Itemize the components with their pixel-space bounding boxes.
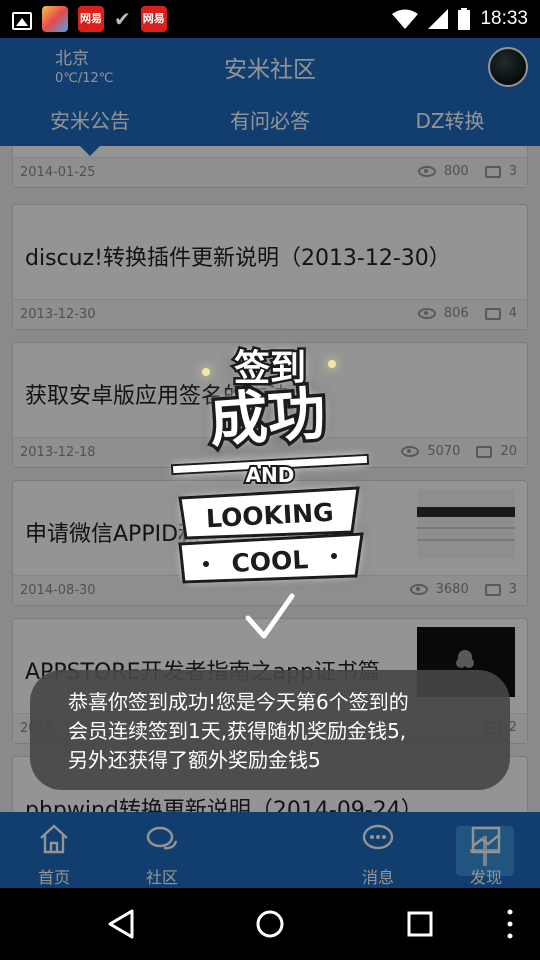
home-button-icon[interactable]	[252, 888, 288, 960]
badge-text-chenggong: 成功	[207, 379, 327, 455]
recents-icon[interactable]	[404, 888, 436, 960]
toast-line-1: 恭喜你签到成功!您是今天第6个签到的	[68, 690, 409, 714]
system-nav-bar	[0, 888, 540, 960]
checkmark-icon	[245, 593, 295, 639]
overflow-menu-icon[interactable]	[502, 888, 518, 960]
back-icon[interactable]	[104, 888, 138, 960]
checkin-toast: 恭喜你签到成功!您是今天第6个签到的 会员连续签到1天,获得随机奖励金钱5, 另…	[30, 670, 510, 790]
cell-signal-icon	[428, 9, 449, 29]
netease-notification-icon-2: 网易	[140, 6, 167, 32]
checkin-success-badge: 签到 成功 AND LOOKING COOL	[170, 346, 370, 639]
gallery-notification-icon	[12, 11, 32, 30]
app-notification-icon	[42, 6, 68, 32]
badge-text-cool: COOL	[231, 545, 309, 578]
status-bar: 网易 ✔ 网易 18:33	[0, 0, 540, 38]
toast-line-3: 另外还获得了额外奖励金钱5	[68, 748, 321, 772]
wifi-icon	[392, 9, 419, 29]
battery-icon	[458, 8, 471, 30]
netease-notification-icon: 网易	[78, 6, 104, 32]
check-notification-icon: ✔	[114, 7, 131, 31]
clock: 18:33	[480, 8, 528, 29]
badge-text-and: AND	[246, 463, 295, 487]
toast-line-2: 会员连续签到1天,获得随机奖励金钱5,	[68, 719, 407, 743]
